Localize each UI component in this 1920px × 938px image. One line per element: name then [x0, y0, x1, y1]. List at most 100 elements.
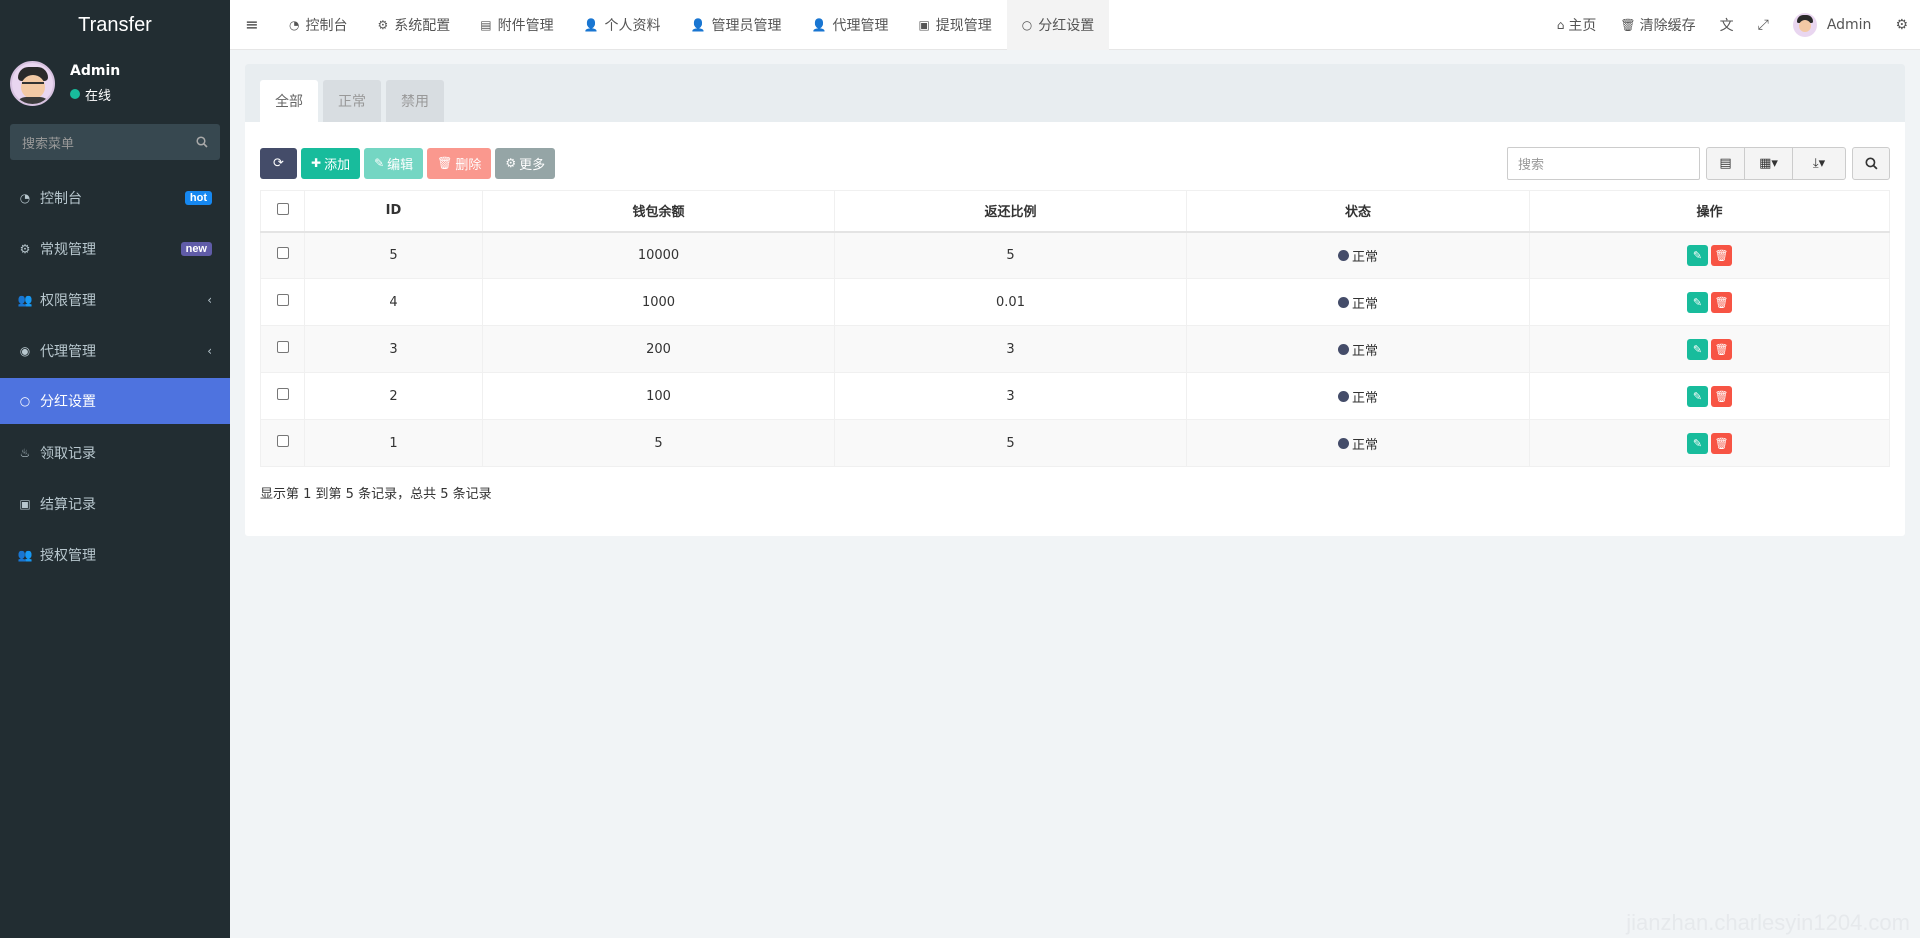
row-checkbox[interactable] — [276, 341, 289, 353]
status-text: 正常 — [1351, 390, 1378, 406]
chevron-left-icon: ‹ — [207, 343, 212, 358]
columns-dropdown-icon[interactable]: ▦▾ — [1745, 147, 1793, 179]
menu-search-placeholder: 搜索菜单 — [22, 136, 75, 152]
row-edit-button[interactable]: ✎ — [1687, 432, 1708, 454]
sidebar-item-dividend[interactable]: ○ 分红设置 — [0, 378, 230, 424]
content-panel: 全部 正常 禁用 ⟳ ✚ 添加 ✎ 编辑 🗑 删除 ⚙ 更多 搜索 ▤ ▦▾ ⤓▾ ID… — [245, 64, 1905, 536]
chevron-left-icon: ‹ — [207, 292, 212, 307]
export-dropdown-icon[interactable]: ⤓▾ — [1793, 148, 1845, 179]
search-button[interactable] — [1852, 146, 1890, 180]
status-badge[interactable]: 正常 — [1337, 434, 1378, 453]
sidebar-item-permissions[interactable]: 👥 权限管理 ‹ — [0, 274, 230, 325]
tab-system-config[interactable]: ⚙ 系统配置 — [362, 0, 465, 50]
pagination-info: 显示第 1 到第 5 条记录，总共 5 条记录 — [260, 487, 492, 502]
sidebar-item-claims[interactable]: ♨ 领取记录 — [0, 427, 230, 478]
status-badge[interactable]: 正常 — [1337, 387, 1378, 406]
admin-dropdown[interactable]: Admin — [1781, 0, 1884, 50]
add-label: 添加 — [324, 157, 351, 173]
status-dot-icon — [1337, 249, 1349, 261]
more-button[interactable]: ⚙ 更多 — [495, 147, 556, 179]
sidebar-menu: ◔ 控制台 hot ⚙ 常规管理 new 👥 权限管理 ‹ ◉ 代理管理 ‹ ○… — [0, 172, 230, 580]
tab-dashboard[interactable]: ◔ 控制台 — [274, 0, 362, 50]
table-row[interactable]: 1 5 5 正常 ✎ 🗑 — [260, 419, 1890, 467]
settings-gears-icon[interactable]: ⚙ — [1883, 0, 1920, 50]
row-edit-button[interactable]: ✎ — [1687, 244, 1708, 266]
row-checkbox[interactable] — [276, 247, 289, 260]
select-all-checkbox[interactable] — [276, 202, 289, 215]
column-header[interactable]: 钱包余额 — [482, 190, 835, 233]
tab-agent-management[interactable]: 👤 代理管理 — [797, 0, 904, 50]
sidebar-item-label: 分红设置 — [40, 394, 96, 410]
tab-attachments[interactable]: ▤ 附件管理 — [465, 0, 568, 50]
table-row[interactable]: 4 1000 0.01 正常 ✎ 🗑 — [260, 278, 1890, 326]
filter-tab-disabled[interactable]: 禁用 — [386, 80, 444, 122]
table-row[interactable]: 2 100 3 正常 ✎ 🗑 — [260, 372, 1890, 420]
row-edit-button[interactable]: ✎ — [1687, 291, 1708, 313]
row-delete-button[interactable]: 🗑 — [1711, 385, 1732, 407]
nav-tabs: ◔ 控制台 ⚙ 系统配置 ▤ 附件管理 👤 个人资料 👤 管理员管理 👤 代理管理 ▣ 提现管… — [274, 0, 1110, 50]
row-checkbox[interactable] — [276, 388, 289, 400]
filter-tab-all[interactable]: 全部 — [260, 80, 318, 122]
cell-ratio: 5 — [834, 419, 1187, 467]
sidebar-item-auth[interactable]: 👥 授权管理 — [0, 529, 230, 580]
search-input[interactable]: 搜索 — [1507, 146, 1700, 180]
circle-o-icon: ○ — [1021, 17, 1033, 32]
row-delete-button[interactable]: 🗑 — [1711, 432, 1732, 454]
fullscreen-icon[interactable]: ⤢ — [1746, 0, 1781, 50]
cc-icon: ▣ — [918, 17, 930, 32]
add-button[interactable]: ✚ 添加 — [301, 147, 361, 179]
refresh-icon: ⟳ — [273, 155, 284, 171]
row-delete-button[interactable]: 🗑 — [1711, 338, 1732, 360]
row-delete-button[interactable]: 🗑 — [1711, 244, 1732, 266]
home-link[interactable]: ⌂ 主页 — [1545, 0, 1609, 50]
user-panel: Admin 在线 — [0, 50, 230, 116]
tab-dividend-settings[interactable]: ○ 分红设置 — [1006, 0, 1110, 50]
row-edit-button[interactable]: ✎ — [1687, 385, 1708, 407]
cell-id: 4 — [304, 278, 483, 326]
sidebar-item-agents[interactable]: ◉ 代理管理 ‹ — [0, 325, 230, 376]
table-row[interactable]: 5 10000 5 正常 ✎ 🗑 — [260, 231, 1890, 279]
hot-badge: hot — [184, 190, 212, 205]
column-header[interactable]: 状态 — [1186, 190, 1530, 233]
clear-cache-button[interactable]: 🗑 清除缓存 — [1608, 0, 1707, 50]
table-row[interactable]: 3 200 3 正常 ✎ 🗑 — [260, 325, 1890, 373]
cell-balance: 10000 — [482, 231, 835, 279]
filter-tab-normal[interactable]: 正常 — [323, 80, 381, 122]
tab-profile[interactable]: 👤 个人资料 — [569, 0, 676, 50]
status-badge[interactable]: 正常 — [1337, 293, 1378, 312]
menu-search-input[interactable]: 搜索菜单 — [10, 124, 220, 160]
status-dot-icon — [1337, 437, 1349, 449]
status-badge[interactable]: 正常 — [1337, 340, 1378, 359]
home-label: 主页 — [1568, 17, 1597, 34]
row-edit-button[interactable]: ✎ — [1687, 338, 1708, 360]
column-header[interactable]: ID — [304, 190, 483, 233]
status-badge[interactable]: 正常 — [1337, 246, 1378, 265]
tab-label: 控制台 — [305, 17, 348, 34]
brand-logo[interactable]: Transfer — [0, 0, 230, 50]
group-icon: 👥 — [17, 292, 33, 307]
delete-button[interactable]: 🗑 删除 — [427, 147, 492, 179]
tab-label: 管理员管理 — [711, 17, 782, 34]
row-checkbox[interactable] — [276, 435, 289, 447]
user-status: 在线 — [70, 85, 120, 104]
edit-button[interactable]: ✎ 编辑 — [364, 147, 424, 179]
sidebar-item-dashboard[interactable]: ◔ 控制台 hot — [0, 172, 230, 223]
column-header[interactable]: 返还比例 — [834, 190, 1187, 233]
tab-withdraw-management[interactable]: ▣ 提现管理 — [903, 0, 1006, 50]
sidebar-item-general[interactable]: ⚙ 常规管理 new — [0, 223, 230, 274]
sidebar-item-label: 常规管理 — [40, 241, 96, 258]
refresh-button[interactable]: ⟳ — [260, 147, 297, 179]
menu-toggle-icon[interactable]: ≡ — [230, 0, 274, 50]
status-dot-icon — [1337, 390, 1349, 402]
language-icon[interactable]: 文 — [1708, 0, 1746, 50]
row-checkbox[interactable] — [276, 294, 289, 306]
cc-icon: ▣ — [19, 496, 31, 511]
avatar — [10, 60, 55, 106]
sidebar-item-settlement[interactable]: ▣ 结算记录 — [0, 478, 230, 529]
toggle-view-icon[interactable]: ▤ — [1707, 147, 1745, 179]
user-name: Admin — [70, 62, 121, 79]
row-delete-button[interactable]: 🗑 — [1711, 291, 1732, 313]
cell-ratio: 0.01 — [834, 278, 1187, 326]
search-placeholder: 搜索 — [1518, 157, 1545, 173]
tab-admin-management[interactable]: 👤 管理员管理 — [676, 0, 797, 50]
